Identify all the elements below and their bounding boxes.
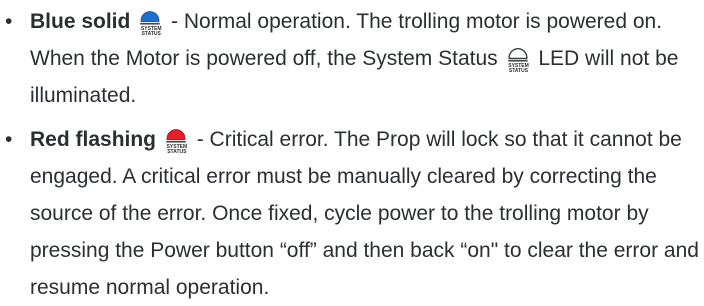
system-status-led-off-icon: SYSTEM STATUS bbox=[507, 43, 531, 74]
system-status-led-blue-icon: SYSTEM STATUS bbox=[139, 6, 163, 37]
system-status-led-red-icon: SYSTEM STATUS bbox=[165, 124, 189, 155]
led-caption-line2: STATUS bbox=[167, 149, 187, 155]
bullet-dot: • bbox=[5, 10, 13, 33]
led-dome bbox=[166, 129, 186, 143]
led-status-list: • Blue solid SYSTEM STATUS - Normal oper… bbox=[0, 3, 704, 306]
led-caption-line2: STATUS bbox=[141, 31, 161, 37]
led-dome bbox=[140, 11, 160, 25]
led-caption-line2: STATUS bbox=[508, 68, 529, 74]
bullet-dot: • bbox=[5, 128, 13, 151]
instructions-document: • Blue solid SYSTEM STATUS - Normal oper… bbox=[0, 0, 704, 299]
status-description: - Critical error. The Prop will lock so … bbox=[30, 128, 699, 299]
status-term: Red flashing bbox=[30, 128, 157, 151]
status-term: Blue solid bbox=[30, 10, 131, 33]
led-dome bbox=[507, 48, 528, 62]
list-item-red-flashing: • Red flashing SYSTEM STATUS - Critical … bbox=[0, 121, 704, 306]
list-item-blue-solid: • Blue solid SYSTEM STATUS - Normal oper… bbox=[0, 3, 704, 114]
